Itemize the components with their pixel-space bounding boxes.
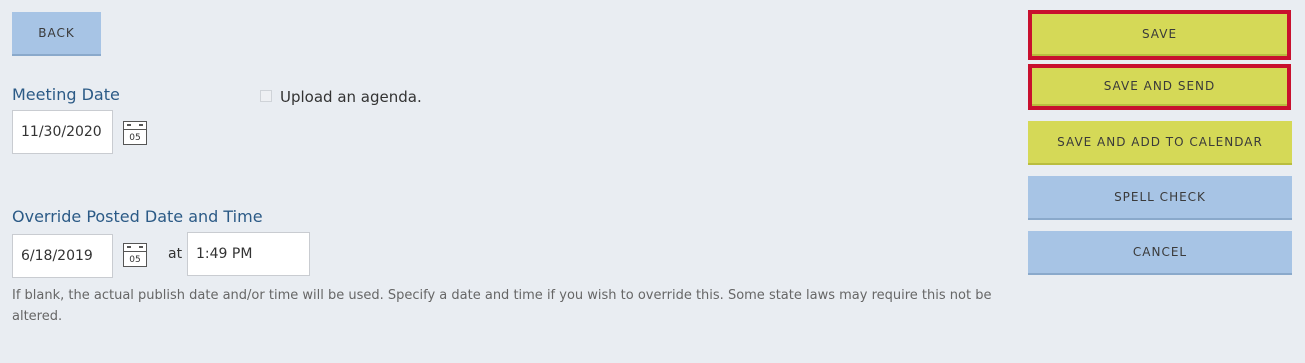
override-help-text-line2: altered. (12, 309, 63, 324)
spell-check-button[interactable]: SPELL CHECK (1028, 176, 1292, 220)
meeting-date-input[interactable]: 11/30/2020 (12, 110, 113, 154)
at-label: at (168, 246, 183, 262)
calendar-icon[interactable]: 05 (123, 243, 147, 267)
calendar-icon[interactable]: 05 (123, 121, 147, 145)
calendar-icon-day: 05 (129, 255, 141, 265)
override-help-text-line1: If blank, the actual publish date and/or… (12, 288, 992, 303)
override-posted-label: Override Posted Date and Time (12, 207, 263, 226)
calendar-icon-header (124, 246, 146, 252)
override-date-input[interactable]: 6/18/2019 (12, 234, 113, 278)
save-and-send-button[interactable]: SAVE AND SEND (1032, 68, 1287, 106)
calendar-icon-header (124, 124, 146, 130)
upload-agenda-label[interactable]: Upload an agenda. (280, 88, 422, 106)
meeting-date-label: Meeting Date (12, 85, 120, 104)
back-button[interactable]: BACK (12, 12, 101, 56)
override-time-input[interactable]: 1:49 PM (187, 232, 310, 276)
upload-agenda-checkbox[interactable] (260, 90, 272, 102)
cancel-button[interactable]: CANCEL (1028, 231, 1292, 275)
calendar-icon-day: 05 (129, 133, 141, 143)
save-button[interactable]: SAVE (1032, 14, 1287, 56)
save-and-add-to-calendar-button[interactable]: SAVE AND ADD TO CALENDAR (1028, 121, 1292, 165)
